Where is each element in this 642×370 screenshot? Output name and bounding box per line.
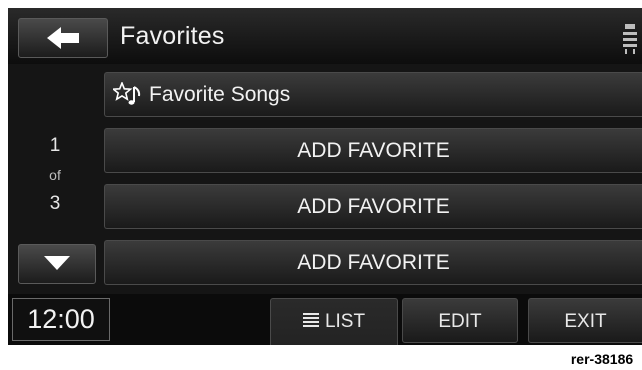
footer-bar: 12:00 LIST EDIT EXIT	[8, 294, 642, 345]
list-label: LIST	[324, 311, 366, 332]
edit-label: EDIT	[438, 311, 482, 332]
page-total: 3	[49, 193, 61, 214]
clock[interactable]: 12:00	[12, 298, 110, 341]
page-current: 1	[49, 135, 61, 156]
radio-screen: Favorites 1 of 3 Favorite Songs ADD FAVO…	[8, 8, 642, 345]
add-favorite-label: ADD FAVORITE	[297, 251, 450, 274]
add-favorite-button[interactable]: ADD FAVORITE	[104, 240, 642, 285]
add-favorite-button[interactable]: ADD FAVORITE	[104, 128, 642, 173]
figure-reference-label: rer-38186	[562, 348, 642, 370]
page-title: Favorites	[120, 22, 225, 50]
page-of-label: of	[49, 167, 61, 183]
exit-label: EXIT	[564, 311, 607, 332]
header-bar: Favorites	[8, 8, 642, 64]
list-tab[interactable]: LIST	[270, 298, 398, 345]
add-favorite-button[interactable]: ADD FAVORITE	[104, 184, 642, 229]
seat-settings-icon[interactable]	[622, 24, 638, 54]
favorite-songs-row[interactable]: Favorite Songs	[104, 72, 642, 117]
back-button[interactable]	[18, 18, 108, 58]
add-favorite-label: ADD FAVORITE	[297, 195, 450, 218]
list-icon	[302, 313, 319, 328]
chevron-down-icon	[44, 256, 70, 270]
back-arrow-icon	[47, 27, 79, 49]
edit-button[interactable]: EDIT	[402, 298, 518, 343]
page-down-button[interactable]	[18, 244, 96, 284]
exit-button[interactable]: EXIT	[528, 298, 642, 343]
favorite-songs-label: Favorite Songs	[149, 83, 291, 106]
favorite-music-icon	[113, 82, 141, 105]
add-favorite-label: ADD FAVORITE	[297, 139, 450, 162]
